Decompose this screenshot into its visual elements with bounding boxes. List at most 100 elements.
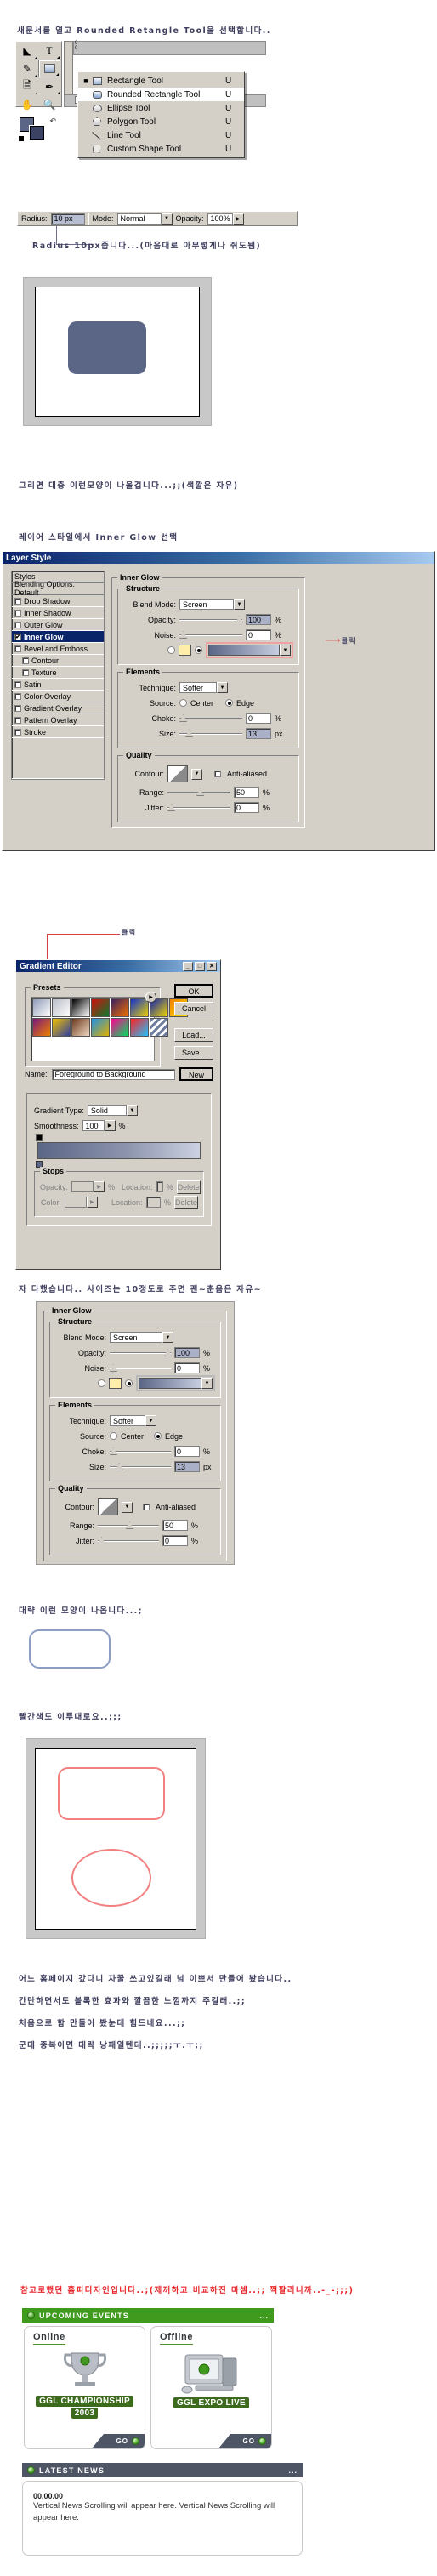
effect-row-texture[interactable]: Texture: [12, 667, 104, 679]
satin-checkbox[interactable]: [14, 680, 21, 688]
preset-swatch[interactable]: [52, 998, 71, 1017]
drop-shadow-checkbox[interactable]: [14, 597, 21, 605]
solid-color-radio-2[interactable]: [98, 1379, 105, 1387]
preset-swatch[interactable]: [111, 998, 129, 1017]
name-input[interactable]: Foreground to Background: [51, 1068, 175, 1080]
choke-input[interactable]: 0: [246, 713, 271, 724]
gradient-overlay-checkbox[interactable]: [14, 704, 21, 712]
go-button-online[interactable]: GO: [92, 2434, 145, 2448]
noise-slider-2[interactable]: [110, 1363, 171, 1373]
technique-select[interactable]: Softer ▼: [179, 682, 228, 693]
effect-row-inner-glow[interactable]: Inner Glow: [12, 631, 104, 643]
swap-colors-icon[interactable]: ↶: [49, 117, 56, 126]
new-button[interactable]: New: [179, 1067, 213, 1081]
menu-item-rounded-rectangle-tool[interactable]: Rounded Rectangle Tool U: [78, 88, 244, 101]
menu-item-rectangle-tool[interactable]: ■ Rectangle Tool U: [78, 74, 244, 88]
source-center-radio-2[interactable]: [110, 1432, 117, 1440]
menu-item-custom-shape-tool[interactable]: Custom Shape Tool U: [78, 142, 244, 156]
jitter-slider-2[interactable]: [98, 1536, 159, 1545]
range-input[interactable]: 50: [234, 787, 259, 798]
chevron-down-icon[interactable]: ▼: [161, 213, 173, 225]
load-button[interactable]: Load...: [174, 1028, 213, 1042]
go-button-offline[interactable]: GO: [218, 2434, 271, 2448]
preset-swatch[interactable]: [52, 1018, 71, 1037]
preset-swatch[interactable]: [91, 1018, 110, 1037]
glow-color-swatch-2[interactable]: [109, 1378, 122, 1389]
minimize-icon[interactable]: _: [183, 961, 193, 971]
gradient-radio[interactable]: [195, 646, 202, 654]
contour-preview-2[interactable]: [98, 1498, 118, 1515]
smoothness-stepper[interactable]: 100 ▶: [82, 1120, 116, 1131]
source-edge-radio-2[interactable]: [154, 1432, 162, 1440]
jitter-input-2[interactable]: 0: [162, 1535, 188, 1546]
shape-tool[interactable]: [38, 60, 60, 77]
inner-glow-checkbox[interactable]: [14, 633, 21, 640]
jitter-input[interactable]: 0: [234, 802, 259, 813]
blend-mode-select-2[interactable]: Screen ▼: [110, 1332, 173, 1343]
outer-glow-checkbox[interactable]: [14, 621, 21, 628]
gradient-radio-2[interactable]: [125, 1379, 133, 1387]
opacity-stop-start[interactable]: [36, 1134, 43, 1141]
save-button[interactable]: Save...: [174, 1046, 213, 1060]
pattern-overlay-checkbox[interactable]: [14, 716, 21, 724]
solid-color-radio[interactable]: [167, 646, 175, 654]
presets-grid[interactable]: [32, 998, 188, 1037]
source-center-radio[interactable]: [179, 699, 187, 707]
hand-tool[interactable]: ✋: [16, 95, 38, 113]
styles-list[interactable]: Styles Blending Options: Default Drop Sh…: [11, 571, 105, 780]
chevron-down-icon[interactable]: ▼: [191, 768, 202, 780]
notes-tool[interactable]: 🗎: [16, 77, 38, 95]
mode-select[interactable]: Normal ▼: [116, 213, 173, 225]
range-input-2[interactable]: 50: [162, 1520, 188, 1531]
close-icon[interactable]: ✕: [207, 961, 217, 971]
blending-options-row[interactable]: Blending Options: Default: [12, 580, 104, 597]
presets-listbox[interactable]: [31, 997, 188, 1061]
more-icon[interactable]: ...: [259, 2312, 269, 2320]
opacity-input-2[interactable]: 100: [174, 1347, 200, 1358]
chevron-down-icon[interactable]: ▼: [217, 682, 228, 693]
noise-input[interactable]: 0: [246, 629, 271, 640]
chevron-down-icon[interactable]: ▼: [201, 1378, 213, 1389]
more-icon[interactable]: ...: [288, 2466, 298, 2475]
opacity-slider[interactable]: [179, 615, 243, 624]
effect-row-contour[interactable]: Contour: [12, 655, 104, 667]
shape-tool-flyout-menu[interactable]: ■ Rectangle Tool U Rounded Rectangle Too…: [77, 71, 245, 158]
gradient-picker-2[interactable]: ▼: [136, 1375, 215, 1391]
preset-swatch[interactable]: [91, 998, 110, 1017]
effect-row-color-overlay[interactable]: Color Overlay: [12, 691, 104, 702]
chevron-down-icon[interactable]: ▼: [145, 1415, 156, 1426]
contour-preview[interactable]: [167, 765, 188, 782]
type-tool[interactable]: T: [38, 42, 60, 60]
choke-slider[interactable]: [179, 714, 242, 723]
opacity-input[interactable]: 100: [246, 614, 271, 625]
noise-input-2[interactable]: 0: [174, 1362, 200, 1373]
technique-select-2[interactable]: Softer ▼: [110, 1415, 156, 1426]
source-edge-radio[interactable]: [225, 699, 234, 707]
preset-swatch[interactable]: [32, 1018, 51, 1037]
anti-aliased-checkbox[interactable]: [214, 771, 221, 777]
chevron-down-icon[interactable]: ▼: [122, 1501, 133, 1513]
eyedropper-tool[interactable]: ✒: [38, 77, 60, 95]
preset-swatch[interactable]: [130, 998, 149, 1017]
menu-item-line-tool[interactable]: Line Tool U: [78, 128, 244, 142]
preset-swatch[interactable]: [71, 998, 90, 1017]
size-input-2[interactable]: 13: [174, 1461, 200, 1472]
preset-swatch[interactable]: [130, 1018, 149, 1037]
preset-swatch[interactable]: [111, 1018, 129, 1037]
size-slider-2[interactable]: [110, 1462, 171, 1471]
anti-aliased-checkbox-2[interactable]: [143, 1504, 150, 1510]
zoom-tool[interactable]: 🔍: [38, 95, 60, 113]
size-input[interactable]: 13: [246, 728, 271, 739]
effect-row-inner-shadow[interactable]: Inner Shadow: [12, 607, 104, 619]
preset-swatch[interactable]: [32, 998, 51, 1017]
maximize-icon[interactable]: □: [195, 961, 205, 971]
presets-menu-icon[interactable]: ▶: [145, 992, 156, 1003]
effect-row-outer-glow[interactable]: Outer Glow: [12, 619, 104, 631]
chevron-down-icon[interactable]: ▼: [162, 1332, 173, 1343]
chevron-right-icon[interactable]: ▶: [104, 1120, 116, 1131]
blend-mode-select[interactable]: Screen ▼: [179, 599, 245, 610]
preset-swatch[interactable]: [71, 1018, 90, 1037]
choke-slider-2[interactable]: [110, 1447, 171, 1456]
color-overlay-checkbox[interactable]: [14, 692, 21, 700]
background-color-swatch[interactable]: [30, 126, 44, 140]
